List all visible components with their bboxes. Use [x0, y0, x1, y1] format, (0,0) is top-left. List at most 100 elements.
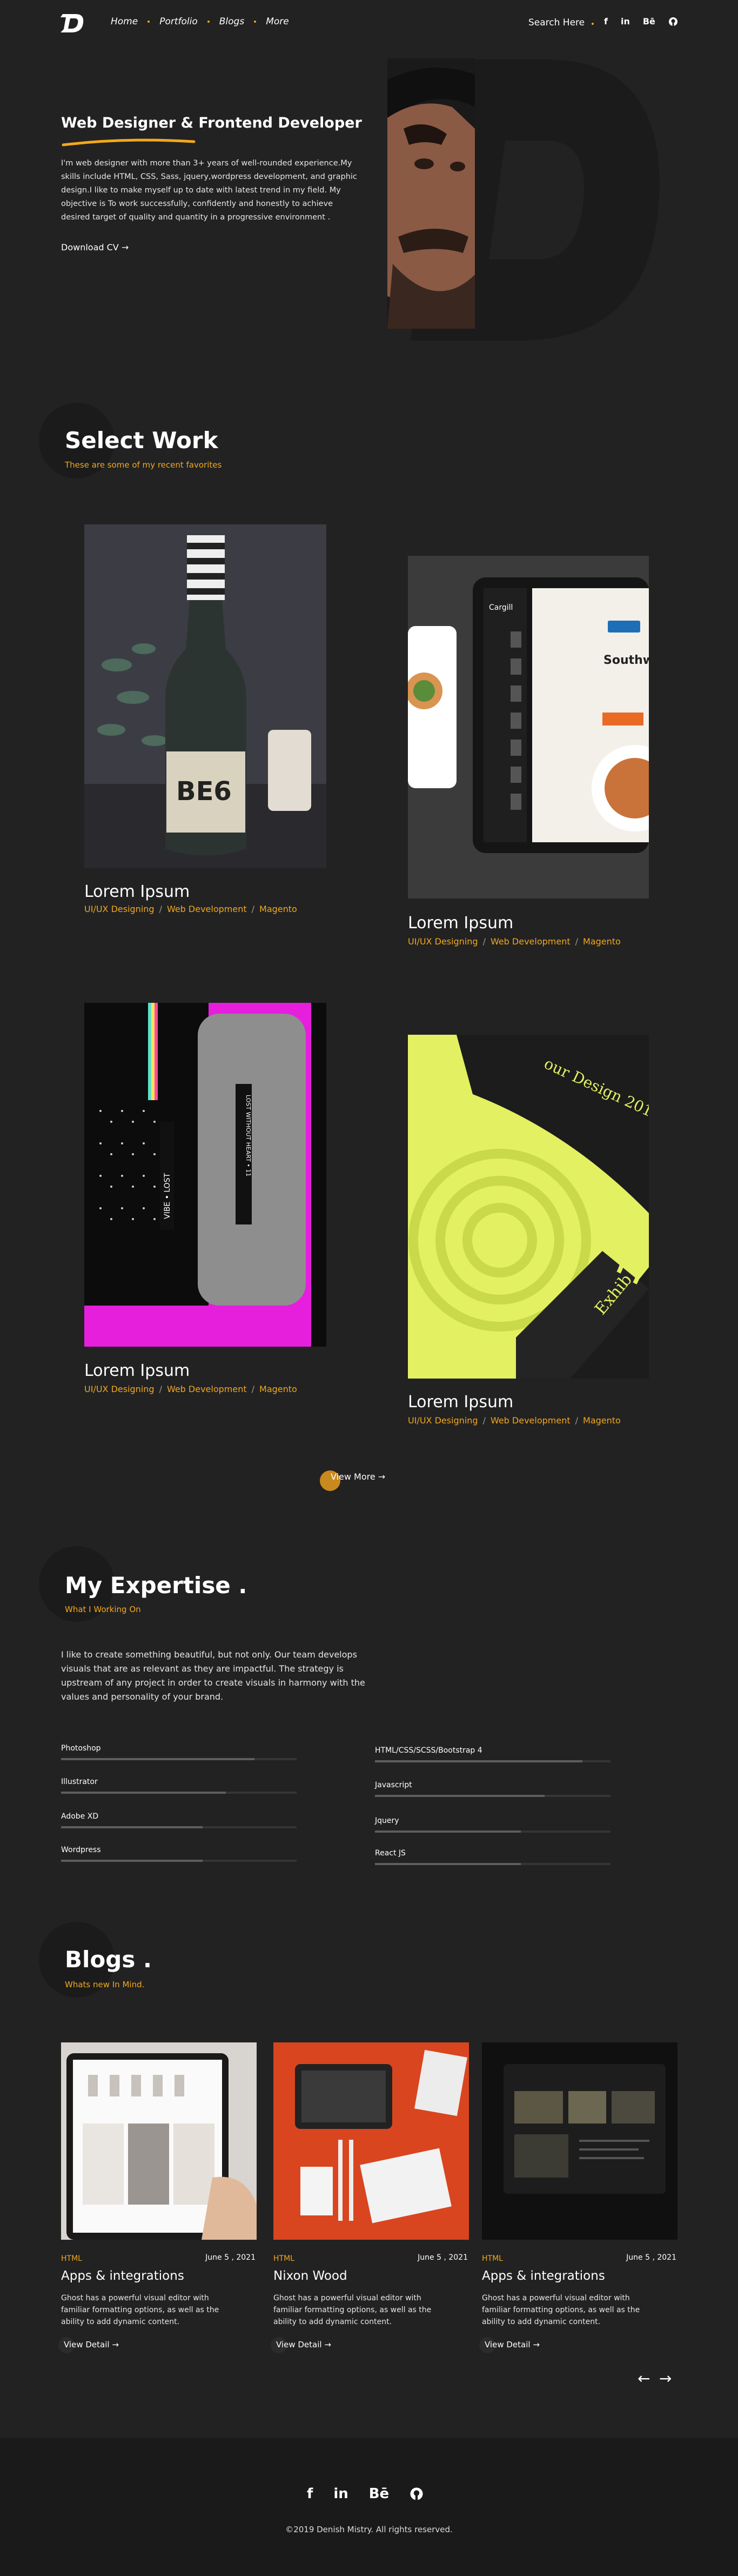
blog-date: June 5 , 2021: [205, 2253, 256, 2262]
work-tag[interactable]: Web Development: [491, 936, 571, 947]
blog-excerpt: Ghost has a powerful visual editor with …: [273, 2294, 432, 2326]
portrait-image: [387, 58, 475, 329]
arrow-right-icon[interactable]: →: [659, 2369, 672, 2387]
poster-mockup-image: our Design 2019 Exhib: [408, 1035, 649, 1379]
behance-icon[interactable]: Bē: [369, 2486, 389, 2502]
blog-category[interactable]: HTML: [482, 2254, 503, 2263]
blog-date: June 5 , 2021: [626, 2253, 676, 2262]
view-detail-link[interactable]: View Detail →: [485, 2340, 540, 2349]
download-cv-link[interactable]: Download CV →: [61, 242, 129, 252]
blog-card-image-3[interactable]: [482, 2042, 677, 2240]
nav-separator-dot: [147, 21, 150, 23]
work-tag[interactable]: Web Development: [491, 1415, 571, 1426]
skill-label: Wordpress: [61, 1846, 101, 1854]
blog-title[interactable]: Nixon Wood: [273, 2269, 347, 2283]
copyright-text: ©2019 Denish Mistry. All rights reserved…: [285, 2525, 453, 2534]
facebook-icon[interactable]: f: [307, 2486, 313, 2502]
work-card-title: Lorem Ipsum: [84, 1361, 190, 1380]
work-card-image-1[interactable]: BE6: [84, 524, 326, 868]
expertise-description: I like to create something beautiful, bu…: [61, 1649, 365, 1702]
arrow-left-icon[interactable]: ←: [638, 2369, 650, 2387]
skill-label: Javascript: [375, 1781, 412, 1789]
blog-card-image-1[interactable]: [61, 2042, 257, 2240]
skill-bar: [61, 1792, 297, 1794]
blogs-section-subtitle: Whats new In Mind.: [65, 1980, 145, 1989]
tablet-fashion-image: [61, 2042, 257, 2240]
skill-label: React JS: [375, 1849, 406, 1858]
blog-date: June 5 , 2021: [418, 2253, 468, 2262]
package-spine-text: LOST WITHOUT HEART • 11: [245, 1095, 252, 1176]
blog-title[interactable]: Apps & integrations: [61, 2269, 184, 2283]
blogs-section-title: Blogs .: [65, 1946, 152, 1973]
skill-label: HTML/CSS/SCSS/Bootstrap 4: [375, 1746, 482, 1755]
skill-bar: [61, 1826, 297, 1828]
work-card-title: Lorem Ipsum: [84, 882, 190, 901]
skill-bar-fill: [61, 1758, 254, 1760]
search-link[interactable]: Search Here: [528, 17, 585, 28]
work-card-image-4[interactable]: our Design 2019 Exhib: [408, 1035, 649, 1379]
blog-category[interactable]: HTML: [61, 2254, 82, 2263]
work-tag[interactable]: Magento: [583, 1415, 621, 1426]
work-card-tags: UI/UX Designing / Web Development / Magento: [408, 1415, 621, 1426]
nav-item-more[interactable]: More: [266, 16, 289, 27]
blog-card-image-2[interactable]: [273, 2042, 469, 2240]
skill-bar-fill: [61, 1792, 226, 1794]
nav-label: Portfolio: [159, 16, 198, 27]
view-detail-link[interactable]: View Detail →: [276, 2340, 331, 2349]
behance-icon[interactable]: Bē: [643, 16, 655, 26]
nav-item-portfolio[interactable]: Portfolio: [159, 16, 210, 27]
skill-label: Illustrator: [61, 1778, 98, 1786]
blog-title[interactable]: Apps & integrations: [482, 2269, 605, 2283]
work-tag[interactable]: Web Development: [167, 1384, 247, 1394]
expertise-section-subtitle: What I Working On: [65, 1605, 141, 1614]
work-tag[interactable]: Magento: [583, 936, 621, 947]
work-card-image-2[interactable]: Cargill Southw Chipotl: [408, 556, 649, 898]
packaging-mockup-image: VIBE • LOST LOST WITHOUT HEART • 11: [84, 1003, 326, 1347]
blog-excerpt: Ghost has a powerful visual editor with …: [61, 2294, 219, 2326]
app-heading-text: Southw Chipotl: [603, 654, 649, 667]
dark-website-mockup-image: [482, 2042, 677, 2240]
nav-item-home[interactable]: Home: [111, 16, 150, 27]
work-tag[interactable]: UI/UX Designing: [408, 936, 478, 947]
nav-label: Blogs: [219, 16, 245, 27]
skill-bar-fill: [61, 1860, 203, 1862]
nav-separator-dot: [254, 21, 257, 23]
facebook-icon[interactable]: f: [604, 16, 608, 26]
expertise-section-title: My Expertise .: [65, 1572, 247, 1599]
footer-social: f in Bē: [307, 2486, 424, 2502]
work-section-title: Select Work: [65, 427, 218, 454]
header-social: f in Bē: [604, 16, 678, 26]
skill-label: Jquery: [375, 1816, 399, 1825]
work-card-title: Lorem Ipsum: [408, 914, 514, 933]
work-tag[interactable]: Magento: [259, 904, 297, 914]
nav-item-blogs[interactable]: Blogs: [219, 16, 257, 27]
app-mockup-image: Cargill Southw Chipotl: [408, 556, 649, 898]
nav-label: More: [266, 16, 289, 27]
logo-d-icon[interactable]: [59, 12, 86, 35]
blog-category[interactable]: HTML: [273, 2254, 294, 2263]
wine-bottle-image: BE6: [84, 524, 326, 868]
bottle-label-text: BE6: [176, 776, 232, 807]
linkedin-icon[interactable]: in: [333, 2486, 348, 2502]
nav-label: Home: [111, 16, 138, 27]
separator-dot: [592, 23, 594, 25]
work-card-tags: UI/UX Designing / Web Development / Magento: [84, 1384, 297, 1394]
work-tag[interactable]: UI/UX Designing: [84, 1384, 155, 1394]
work-tag[interactable]: UI/UX Designing: [84, 904, 155, 914]
skill-bar: [61, 1758, 297, 1760]
view-detail-link[interactable]: View Detail →: [64, 2340, 119, 2349]
work-card-title: Lorem Ipsum: [408, 1393, 514, 1412]
skill-label: Photoshop: [61, 1744, 101, 1753]
work-card-image-3[interactable]: VIBE • LOST LOST WITHOUT HEART • 11: [84, 1003, 326, 1347]
github-icon[interactable]: [668, 17, 678, 26]
work-tag[interactable]: Magento: [259, 1384, 297, 1394]
skill-bar-fill: [375, 1795, 545, 1797]
profile-photo: [387, 58, 475, 329]
github-icon[interactable]: [410, 2487, 424, 2501]
skill-bar-fill: [375, 1760, 582, 1762]
work-tag[interactable]: UI/UX Designing: [408, 1415, 478, 1426]
linkedin-icon[interactable]: in: [621, 16, 630, 26]
skill-bar: [375, 1863, 610, 1865]
work-tag[interactable]: Web Development: [167, 904, 247, 914]
view-more-link[interactable]: View More →: [331, 1472, 385, 1482]
